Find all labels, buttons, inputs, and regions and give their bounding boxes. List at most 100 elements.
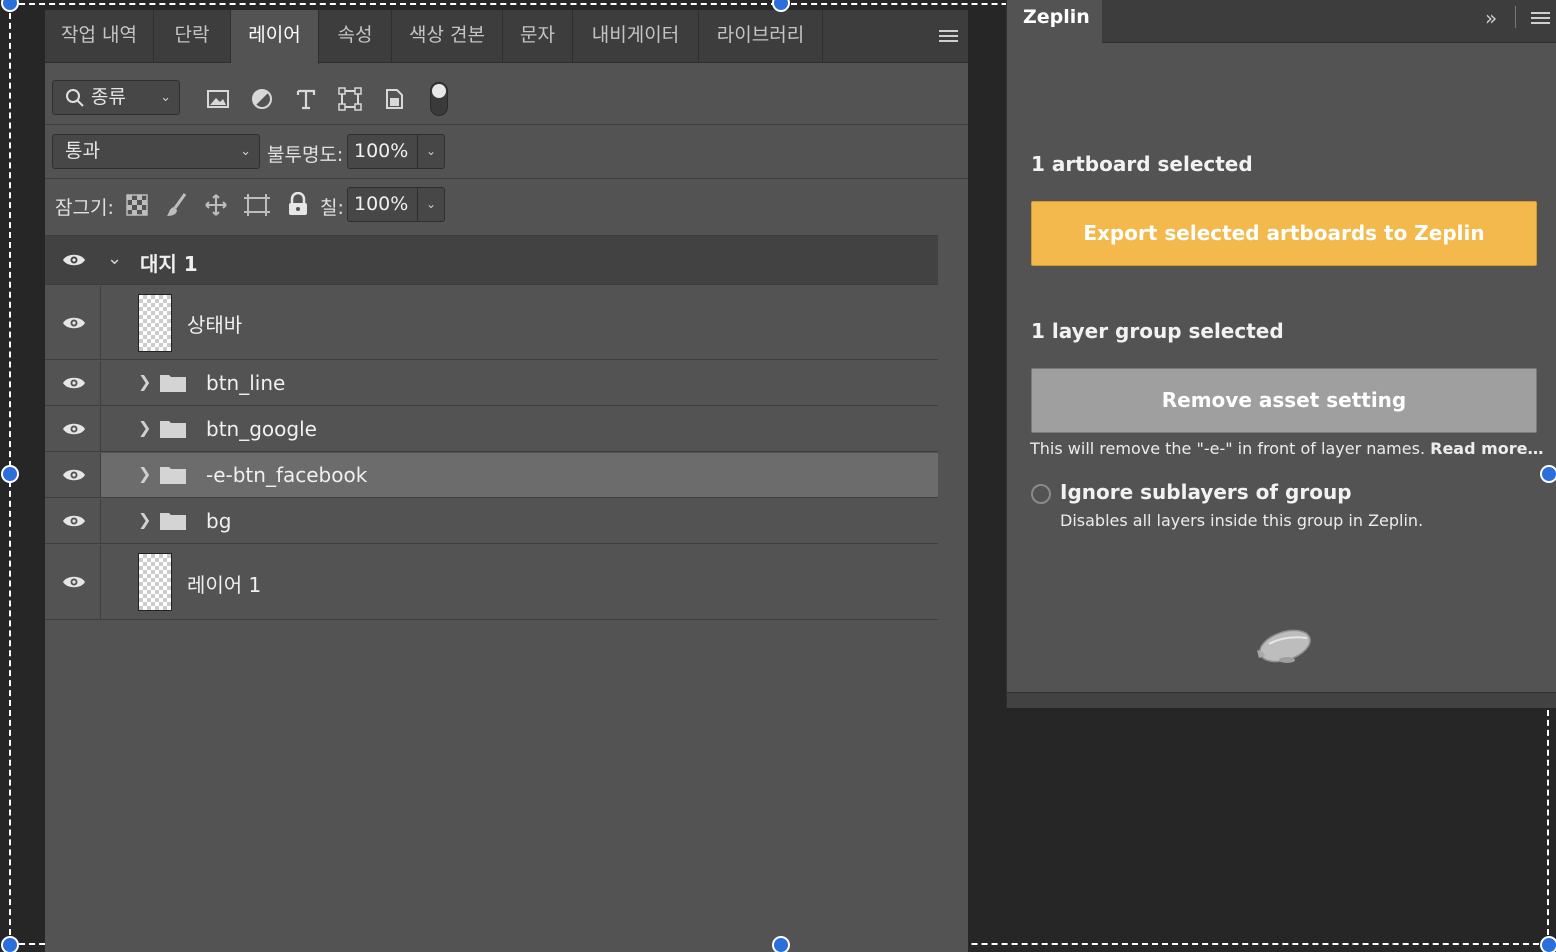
- chevron-down-icon[interactable]: ⌄: [417, 135, 444, 168]
- eye-icon: [63, 377, 85, 389]
- zeplin-panel: Zeplin » 1 artboard selected Export sele…: [1006, 0, 1556, 708]
- visibility-toggle[interactable]: [45, 361, 101, 405]
- layer-row[interactable]: 상태바: [45, 286, 938, 360]
- folder-icon: [160, 375, 186, 392]
- export-artboards-button[interactable]: Export selected artboards to Zeplin: [1031, 201, 1537, 266]
- tab-history[interactable]: 작업 내역: [45, 10, 154, 63]
- folder-icon: [160, 421, 186, 438]
- layers-panel: 작업 내역 단락 레이어 속성 색상 견본 문자 내비게이터 라이브러리 종류 …: [45, 10, 968, 952]
- filter-kind-dropdown[interactable]: 종류 ⌄: [52, 80, 180, 115]
- layer-list-scrollbar[interactable]: [938, 235, 968, 952]
- layer-row[interactable]: 레이어 1: [45, 545, 938, 620]
- transform-handle[interactable]: [1540, 465, 1556, 483]
- transform-handle[interactable]: [1, 465, 19, 483]
- lock-transparent-pixels-icon[interactable]: [126, 194, 148, 216]
- layer-row-group[interactable]: ❯ btn_google: [45, 407, 938, 452]
- layer-thumbnail: [138, 294, 172, 352]
- eye-icon: [63, 423, 85, 435]
- visibility-toggle[interactable]: [45, 407, 101, 451]
- artboard-selected-heading: 1 artboard selected: [1031, 152, 1253, 176]
- shape-layer-filter-icon[interactable]: [337, 86, 363, 112]
- panel-menu-icon[interactable]: [939, 30, 958, 44]
- layer-thumbnail: [138, 553, 172, 611]
- blend-mode-dropdown[interactable]: 통과 ⌄: [52, 134, 260, 169]
- chevron-right-icon[interactable]: ❯: [138, 372, 151, 391]
- remove-asset-setting-button[interactable]: Remove asset setting: [1031, 368, 1537, 433]
- opacity-value: 100%: [354, 140, 409, 162]
- layer-row-group[interactable]: ❯ bg: [45, 499, 938, 544]
- collapse-panel-icon[interactable]: »: [1485, 6, 1497, 30]
- search-icon: [66, 89, 84, 107]
- zeplin-tab-bar: Zeplin »: [1007, 0, 1556, 44]
- panel-resize-grip[interactable]: [1007, 692, 1556, 708]
- visibility-toggle[interactable]: [45, 236, 101, 284]
- opacity-label: 불투명도:: [267, 144, 344, 166]
- blend-mode-value: 통과: [65, 140, 100, 162]
- tab-layers[interactable]: 레이어: [231, 10, 319, 64]
- chevron-right-icon[interactable]: ❯: [138, 418, 151, 437]
- tab-paragraph[interactable]: 단락: [154, 10, 231, 63]
- transform-handle[interactable]: [772, 936, 790, 952]
- layer-row-artboard[interactable]: ⌄ 대지 1: [45, 236, 938, 285]
- layer-row-group-selected[interactable]: ❯ -e-btn_facebook: [45, 453, 938, 498]
- folder-icon: [160, 513, 186, 530]
- eye-icon: [63, 576, 85, 588]
- visibility-toggle[interactable]: [45, 453, 101, 497]
- eye-icon: [63, 317, 85, 328]
- lock-artboard-nesting-icon[interactable]: [244, 193, 270, 217]
- remove-hint: This will remove the "-e-" in front of l…: [1030, 439, 1544, 458]
- panel-tab-bar: 작업 내역 단락 레이어 속성 색상 견본 문자 내비게이터 라이브러리: [45, 10, 968, 64]
- filter-toggle-switch[interactable]: [430, 82, 448, 116]
- tab-swatches[interactable]: 색상 견본: [392, 10, 503, 63]
- ignore-sublayers-radio[interactable]: [1031, 484, 1051, 504]
- lock-all-icon[interactable]: [287, 192, 309, 216]
- visibility-toggle[interactable]: [45, 286, 101, 359]
- remove-hint-text: This will remove the "-e-" in front of l…: [1030, 439, 1426, 458]
- pixel-layer-filter-icon[interactable]: [205, 86, 231, 112]
- layer-name: 레이어 1: [187, 573, 262, 597]
- photoshop-workspace: { "layers_panel": { "tabs": [ {"label":"…: [0, 0, 1556, 952]
- visibility-toggle[interactable]: [45, 545, 101, 619]
- divider: [1515, 6, 1516, 28]
- transform-handle[interactable]: [1, 0, 19, 12]
- tab-zeplin[interactable]: Zeplin: [1007, 0, 1102, 44]
- transform-handle[interactable]: [1, 936, 19, 952]
- eye-icon: [63, 469, 85, 481]
- tab-properties[interactable]: 속성: [319, 10, 392, 63]
- read-more-link[interactable]: Read more…: [1430, 439, 1543, 458]
- eye-icon: [63, 254, 85, 266]
- layer-group-selected-heading: 1 layer group selected: [1031, 319, 1284, 343]
- chevron-down-icon: ⌄: [160, 90, 171, 105]
- fill-label: 칠:: [320, 197, 344, 219]
- layer-name: 대지 1: [140, 252, 198, 276]
- folder-icon: [160, 467, 186, 484]
- tab-character[interactable]: 문자: [503, 10, 573, 63]
- visibility-toggle[interactable]: [45, 499, 101, 543]
- adjustment-layer-filter-icon[interactable]: [249, 86, 275, 112]
- transform-handle[interactable]: [1540, 936, 1556, 952]
- ignore-sublayers-label[interactable]: Ignore sublayers of group: [1060, 480, 1352, 504]
- chevron-right-icon[interactable]: ❯: [138, 510, 151, 529]
- chevron-down-icon[interactable]: ⌄: [417, 188, 444, 221]
- fill-value: 100%: [354, 193, 409, 215]
- chevron-down-icon[interactable]: ⌄: [107, 248, 122, 269]
- chevron-down-icon: ⌄: [240, 144, 251, 159]
- opacity-field[interactable]: 100% ⌄: [347, 134, 445, 169]
- ignore-sublayers-description: Disables all layers inside this group in…: [1060, 511, 1424, 530]
- layer-name: bg: [206, 509, 232, 533]
- tab-libraries[interactable]: 라이브러리: [699, 10, 823, 63]
- layer-name: btn_line: [206, 371, 286, 395]
- layer-name: -e-btn_facebook: [206, 463, 368, 487]
- tab-navigator[interactable]: 내비게이터: [573, 10, 699, 63]
- lock-image-pixels-icon[interactable]: [165, 192, 189, 218]
- lock-position-icon[interactable]: [204, 193, 228, 217]
- filter-kind-label: 종류: [91, 86, 126, 108]
- zeplin-logo-icon: [1257, 629, 1311, 663]
- panel-menu-icon[interactable]: [1531, 12, 1550, 26]
- chevron-right-icon[interactable]: ❯: [138, 464, 151, 483]
- layer-row-group[interactable]: ❯ btn_line: [45, 361, 938, 406]
- smart-object-filter-icon[interactable]: [381, 86, 407, 112]
- type-layer-filter-icon[interactable]: [293, 86, 319, 112]
- lock-label: 잠그기:: [55, 197, 114, 219]
- fill-field[interactable]: 100% ⌄: [347, 187, 445, 222]
